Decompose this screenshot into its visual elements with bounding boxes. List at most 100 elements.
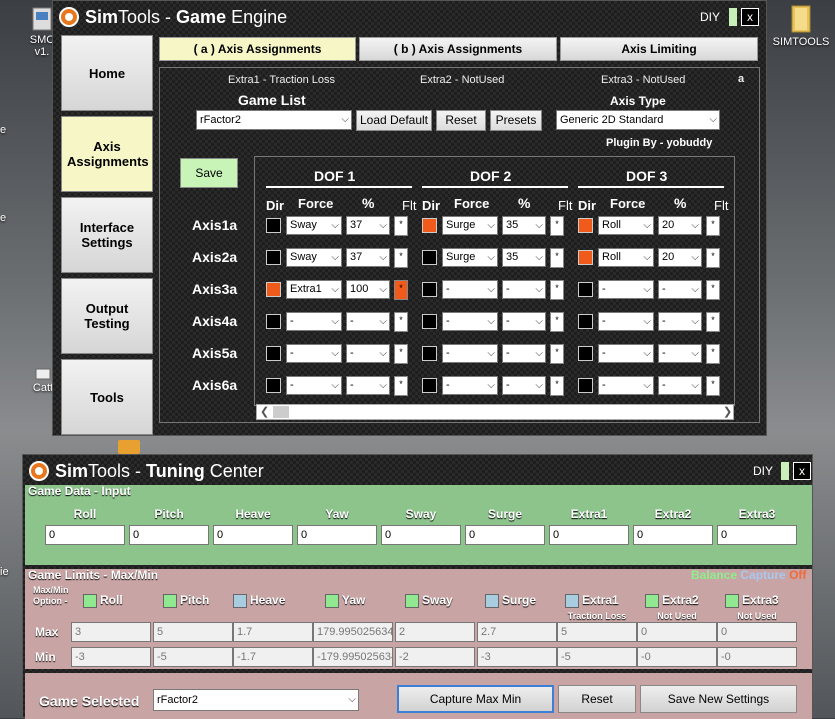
- filter-button[interactable]: *: [550, 376, 564, 396]
- filter-button[interactable]: *: [394, 376, 408, 396]
- force-select[interactable]: - ⌵: [286, 376, 342, 395]
- game-data-input[interactable]: 0: [633, 525, 713, 545]
- close-button[interactable]: x: [741, 8, 759, 26]
- force-select[interactable]: - ⌵: [286, 312, 342, 331]
- percent-select[interactable]: - ⌵: [658, 376, 702, 395]
- min-value-field[interactable]: -5: [557, 647, 637, 667]
- dir-checkbox[interactable]: [422, 218, 437, 233]
- force-select[interactable]: Sway ⌵: [286, 248, 342, 267]
- force-select[interactable]: Surge ⌵: [442, 248, 498, 267]
- dir-checkbox[interactable]: [266, 218, 281, 233]
- filter-button[interactable]: *: [394, 248, 408, 268]
- percent-select[interactable]: 20 ⌵: [658, 216, 702, 235]
- percent-select[interactable]: - ⌵: [502, 312, 546, 331]
- percent-select[interactable]: - ⌵: [346, 344, 390, 363]
- min-value-field[interactable]: -2: [395, 647, 475, 667]
- percent-select[interactable]: - ⌵: [502, 280, 546, 299]
- game-data-input[interactable]: 0: [213, 525, 293, 545]
- force-select[interactable]: - ⌵: [598, 344, 654, 363]
- limit-toggle-checkbox[interactable]: [325, 593, 339, 608]
- filter-button[interactable]: *: [706, 344, 720, 364]
- game-data-input[interactable]: 0: [297, 525, 377, 545]
- dir-checkbox[interactable]: [266, 314, 281, 329]
- limit-toggle-checkbox[interactable]: [565, 593, 579, 608]
- dir-checkbox[interactable]: [422, 378, 437, 393]
- percent-select[interactable]: 20 ⌵: [658, 248, 702, 267]
- filter-button[interactable]: *: [394, 216, 408, 236]
- horizontal-scrollbar[interactable]: ❮ ❯: [256, 404, 734, 420]
- dir-checkbox[interactable]: [578, 250, 593, 265]
- min-value-field[interactable]: -179.99502563476: [313, 647, 393, 667]
- max-value-field[interactable]: 3: [71, 622, 151, 642]
- dir-checkbox[interactable]: [422, 314, 437, 329]
- force-select[interactable]: - ⌵: [286, 344, 342, 363]
- game-data-input[interactable]: 0: [45, 525, 125, 545]
- max-value-field[interactable]: 0: [637, 622, 717, 642]
- min-value-field[interactable]: -0: [637, 647, 717, 667]
- filter-button[interactable]: *: [706, 248, 720, 268]
- max-value-field[interactable]: 2: [395, 622, 475, 642]
- filter-button[interactable]: *: [550, 280, 564, 300]
- percent-select[interactable]: 100 ⌵: [346, 280, 390, 299]
- percent-select[interactable]: 37 ⌵: [346, 248, 390, 267]
- min-value-field[interactable]: -1.7: [233, 647, 313, 667]
- max-value-field[interactable]: 179.99502563476: [313, 622, 393, 642]
- force-select[interactable]: - ⌵: [442, 344, 498, 363]
- max-value-field[interactable]: 2.7: [477, 622, 557, 642]
- force-select[interactable]: - ⌵: [598, 376, 654, 395]
- min-value-field[interactable]: -0: [717, 647, 797, 667]
- percent-select[interactable]: - ⌵: [346, 312, 390, 331]
- limit-toggle-checkbox[interactable]: [233, 593, 247, 608]
- min-value-field[interactable]: -5: [153, 647, 233, 667]
- dir-checkbox[interactable]: [578, 282, 593, 297]
- save-button[interactable]: Save: [180, 158, 238, 188]
- game-data-input[interactable]: 0: [465, 525, 545, 545]
- save-new-settings-button[interactable]: Save New Settings: [640, 685, 797, 713]
- dir-checkbox[interactable]: [266, 250, 281, 265]
- dir-checkbox[interactable]: [578, 218, 593, 233]
- min-value-field[interactable]: -3: [477, 647, 557, 667]
- limit-toggle-checkbox[interactable]: [645, 593, 659, 608]
- max-value-field[interactable]: 0: [717, 622, 797, 642]
- force-select[interactable]: - ⌵: [442, 280, 498, 299]
- scroll-left-icon[interactable]: ❮: [260, 405, 269, 418]
- presets-button[interactable]: Presets: [490, 110, 542, 131]
- filter-button[interactable]: *: [706, 280, 720, 300]
- limit-toggle-checkbox[interactable]: [163, 593, 177, 608]
- filter-button[interactable]: *: [706, 216, 720, 236]
- limit-toggle-checkbox[interactable]: [83, 593, 97, 608]
- nav-output-testing-button[interactable]: Output Testing: [61, 278, 153, 354]
- dir-checkbox[interactable]: [578, 378, 593, 393]
- max-value-field[interactable]: 5: [557, 622, 637, 642]
- percent-select[interactable]: - ⌵: [502, 344, 546, 363]
- dir-checkbox[interactable]: [578, 346, 593, 361]
- dir-checkbox[interactable]: [422, 282, 437, 297]
- force-select[interactable]: Sway ⌵: [286, 216, 342, 235]
- filter-button[interactable]: *: [394, 280, 408, 300]
- limit-toggle-checkbox[interactable]: [405, 593, 419, 608]
- reset-button[interactable]: Reset: [436, 110, 486, 131]
- dir-checkbox[interactable]: [266, 346, 281, 361]
- min-value-field[interactable]: -3: [71, 647, 151, 667]
- limit-toggle-checkbox[interactable]: [485, 593, 499, 608]
- force-select[interactable]: - ⌵: [598, 280, 654, 299]
- limit-toggle-checkbox[interactable]: [725, 593, 739, 608]
- percent-select[interactable]: - ⌵: [658, 280, 702, 299]
- game-data-input[interactable]: 0: [381, 525, 461, 545]
- tab-axis-limiting[interactable]: Axis Limiting: [560, 37, 758, 61]
- percent-select[interactable]: 35 ⌵: [502, 216, 546, 235]
- scroll-right-icon[interactable]: ❯: [723, 405, 732, 418]
- percent-select[interactable]: 35 ⌵: [502, 248, 546, 267]
- minimize-tab[interactable]: [729, 8, 737, 26]
- percent-select[interactable]: - ⌵: [346, 376, 390, 395]
- tab-axis-assignments-a[interactable]: ( a ) Axis Assignments: [159, 37, 356, 61]
- game-data-input[interactable]: 0: [717, 525, 797, 545]
- force-select[interactable]: Roll ⌵: [598, 216, 654, 235]
- nav-axis-assignments-button[interactable]: Axis Assignments: [61, 116, 153, 192]
- filter-button[interactable]: *: [550, 312, 564, 332]
- dir-checkbox[interactable]: [266, 378, 281, 393]
- max-value-field[interactable]: 5: [153, 622, 233, 642]
- force-select[interactable]: Surge ⌵: [442, 216, 498, 235]
- reset-button[interactable]: Reset: [558, 685, 636, 713]
- percent-select[interactable]: - ⌵: [658, 312, 702, 331]
